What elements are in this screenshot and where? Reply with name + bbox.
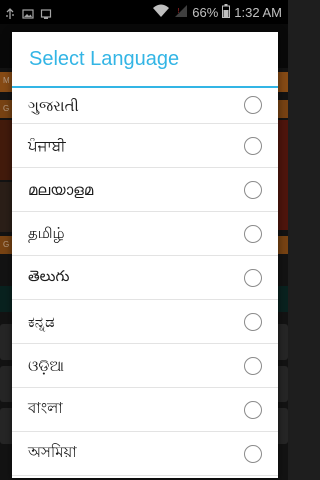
radio-button[interactable] [244,313,262,331]
language-label: ਪੰਜਾਬੀ [28,136,66,155]
radio-button[interactable] [244,401,262,419]
radio-button[interactable] [244,137,262,155]
language-label: বাংলা [28,399,63,417]
radio-button[interactable] [244,225,262,243]
dialog-title: Select Language [29,47,180,70]
language-item-assamese[interactable]: অসমিয়া [12,432,278,476]
language-list: ગુજરાતી ਪੰਜਾਬੀ മലയാളമ தமிழ் తెలుగు ಕನ್ನಡ… [12,88,278,476]
language-label: ଓଡ଼ିଆ [28,356,64,375]
radio-button[interactable] [244,269,262,287]
language-label: ಕನ್ನಡ [28,312,55,331]
language-item-punjabi[interactable]: ਪੰਜਾਬੀ [12,124,278,168]
language-item-odia[interactable]: ଓଡ଼ିଆ [12,344,278,388]
language-label: తెలుగు [28,266,70,285]
language-label: മലയാളമ [28,180,94,199]
language-item-tamil[interactable]: தமிழ் [12,212,278,256]
radio-button[interactable] [244,181,262,199]
language-item-telugu[interactable]: తెలుగు [12,256,278,300]
radio-button[interactable] [244,357,262,375]
language-label: ગુજરાતી [28,96,79,115]
language-item-bengali[interactable]: বাংলা [12,388,278,432]
language-item-malayalam[interactable]: മലയാളമ [12,168,278,212]
language-label: অসমিয়া [28,443,77,461]
language-item-gujarati[interactable]: ગુજરાતી [12,88,278,124]
language-item-kannada[interactable]: ಕನ್ನಡ [12,300,278,344]
radio-button[interactable] [244,445,262,463]
select-language-dialog: Select Language ગુજરાતી ਪੰਜਾਬੀ മലയാളമ தம… [12,32,278,478]
radio-button[interactable] [244,96,262,114]
language-label: தமிழ் [28,223,65,242]
